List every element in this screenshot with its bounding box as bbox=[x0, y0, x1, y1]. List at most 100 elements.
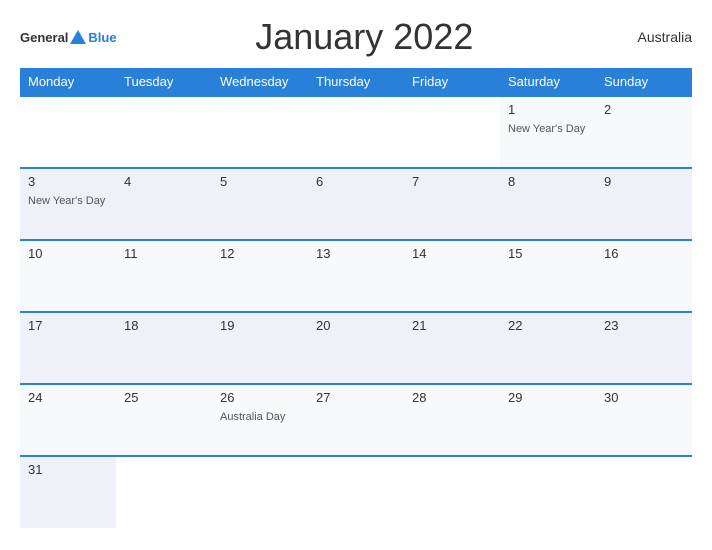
calendar-week-row: 10 11 12 13 14 15 16 bbox=[20, 240, 692, 312]
logo-general: General bbox=[20, 30, 68, 45]
calendar-cell: 12 bbox=[212, 240, 308, 312]
calendar-cell: 22 bbox=[500, 312, 596, 384]
weekday-header: Friday bbox=[404, 68, 500, 96]
day-number: 30 bbox=[604, 390, 684, 405]
logo-triangle-icon bbox=[70, 30, 86, 44]
day-number: 8 bbox=[508, 174, 588, 189]
calendar-cell: 11 bbox=[116, 240, 212, 312]
day-number: 23 bbox=[604, 318, 684, 333]
calendar-cell: 21 bbox=[404, 312, 500, 384]
weekday-header: Sunday bbox=[596, 68, 692, 96]
calendar-cell: 6 bbox=[308, 168, 404, 240]
day-number: 12 bbox=[220, 246, 300, 261]
day-number: 16 bbox=[604, 246, 684, 261]
calendar-cell: 3 New Year's Day bbox=[20, 168, 116, 240]
day-number: 3 bbox=[28, 174, 108, 189]
calendar-cell bbox=[20, 96, 116, 168]
day-number: 1 bbox=[508, 102, 588, 117]
day-number: 20 bbox=[316, 318, 396, 333]
calendar-cell: 25 bbox=[116, 384, 212, 456]
calendar-cell bbox=[116, 456, 212, 528]
day-number: 21 bbox=[412, 318, 492, 333]
weekday-header: Monday bbox=[20, 68, 116, 96]
calendar-cell: 30 bbox=[596, 384, 692, 456]
calendar-cell bbox=[308, 96, 404, 168]
day-number: 10 bbox=[28, 246, 108, 261]
calendar-cell: 2 bbox=[596, 96, 692, 168]
day-number: 9 bbox=[604, 174, 684, 189]
calendar-cell: 18 bbox=[116, 312, 212, 384]
day-number: 2 bbox=[604, 102, 684, 117]
day-number: 24 bbox=[28, 390, 108, 405]
calendar-cell: 1 New Year's Day bbox=[500, 96, 596, 168]
calendar-cell bbox=[212, 96, 308, 168]
calendar-cell: 10 bbox=[20, 240, 116, 312]
calendar-cell: 23 bbox=[596, 312, 692, 384]
day-number: 26 bbox=[220, 390, 300, 405]
calendar-cell: 20 bbox=[308, 312, 404, 384]
calendar-cell: 31 bbox=[20, 456, 116, 528]
month-title: January 2022 bbox=[117, 16, 612, 58]
day-number: 31 bbox=[28, 462, 108, 477]
weekday-header-row: MondayTuesdayWednesdayThursdayFridaySatu… bbox=[20, 68, 692, 96]
calendar-table: MondayTuesdayWednesdayThursdayFridaySatu… bbox=[20, 68, 692, 528]
weekday-header: Thursday bbox=[308, 68, 404, 96]
day-number: 6 bbox=[316, 174, 396, 189]
day-event: New Year's Day bbox=[28, 195, 105, 207]
calendar-cell bbox=[308, 456, 404, 528]
calendar-week-row: 17 18 19 20 21 22 23 bbox=[20, 312, 692, 384]
calendar-cell bbox=[500, 456, 596, 528]
day-number: 27 bbox=[316, 390, 396, 405]
calendar-header: General Blue January 2022 Australia bbox=[20, 16, 692, 58]
day-number: 25 bbox=[124, 390, 204, 405]
day-number: 18 bbox=[124, 318, 204, 333]
calendar-cell: 8 bbox=[500, 168, 596, 240]
calendar-cell: 7 bbox=[404, 168, 500, 240]
calendar-cell: 24 bbox=[20, 384, 116, 456]
day-number: 29 bbox=[508, 390, 588, 405]
day-number: 28 bbox=[412, 390, 492, 405]
weekday-header: Tuesday bbox=[116, 68, 212, 96]
calendar-cell: 9 bbox=[596, 168, 692, 240]
calendar-cell bbox=[404, 96, 500, 168]
day-number: 22 bbox=[508, 318, 588, 333]
day-number: 7 bbox=[412, 174, 492, 189]
calendar-cell: 5 bbox=[212, 168, 308, 240]
day-number: 11 bbox=[124, 246, 204, 261]
calendar-cell: 26 Australia Day bbox=[212, 384, 308, 456]
day-number: 13 bbox=[316, 246, 396, 261]
day-number: 4 bbox=[124, 174, 204, 189]
calendar-container: General Blue January 2022 Australia Mond… bbox=[0, 0, 712, 550]
day-event: New Year's Day bbox=[508, 123, 585, 135]
calendar-cell: 4 bbox=[116, 168, 212, 240]
calendar-cell bbox=[212, 456, 308, 528]
day-number: 17 bbox=[28, 318, 108, 333]
calendar-cell: 17 bbox=[20, 312, 116, 384]
logo: General Blue bbox=[20, 30, 117, 45]
calendar-cell: 28 bbox=[404, 384, 500, 456]
calendar-cell: 16 bbox=[596, 240, 692, 312]
calendar-week-row: 31 bbox=[20, 456, 692, 528]
day-number: 15 bbox=[508, 246, 588, 261]
calendar-week-row: 24 25 26 Australia Day 27 28 29 30 bbox=[20, 384, 692, 456]
calendar-cell: 14 bbox=[404, 240, 500, 312]
calendar-cell: 27 bbox=[308, 384, 404, 456]
calendar-cell: 13 bbox=[308, 240, 404, 312]
logo-blue: Blue bbox=[88, 30, 116, 45]
calendar-thead: MondayTuesdayWednesdayThursdayFridaySatu… bbox=[20, 68, 692, 96]
calendar-cell: 19 bbox=[212, 312, 308, 384]
calendar-week-row: 3 New Year's Day 4 5 6 7 8 9 bbox=[20, 168, 692, 240]
calendar-week-row: 1 New Year's Day 2 bbox=[20, 96, 692, 168]
day-event: Australia Day bbox=[220, 411, 285, 423]
day-number: 14 bbox=[412, 246, 492, 261]
weekday-header: Wednesday bbox=[212, 68, 308, 96]
country-label: Australia bbox=[612, 29, 692, 45]
calendar-cell bbox=[116, 96, 212, 168]
calendar-cell bbox=[596, 456, 692, 528]
calendar-cell bbox=[404, 456, 500, 528]
calendar-body: 1New Year's Day23New Year's Day456789101… bbox=[20, 96, 692, 528]
calendar-cell: 15 bbox=[500, 240, 596, 312]
day-number: 19 bbox=[220, 318, 300, 333]
day-number: 5 bbox=[220, 174, 300, 189]
calendar-cell: 29 bbox=[500, 384, 596, 456]
